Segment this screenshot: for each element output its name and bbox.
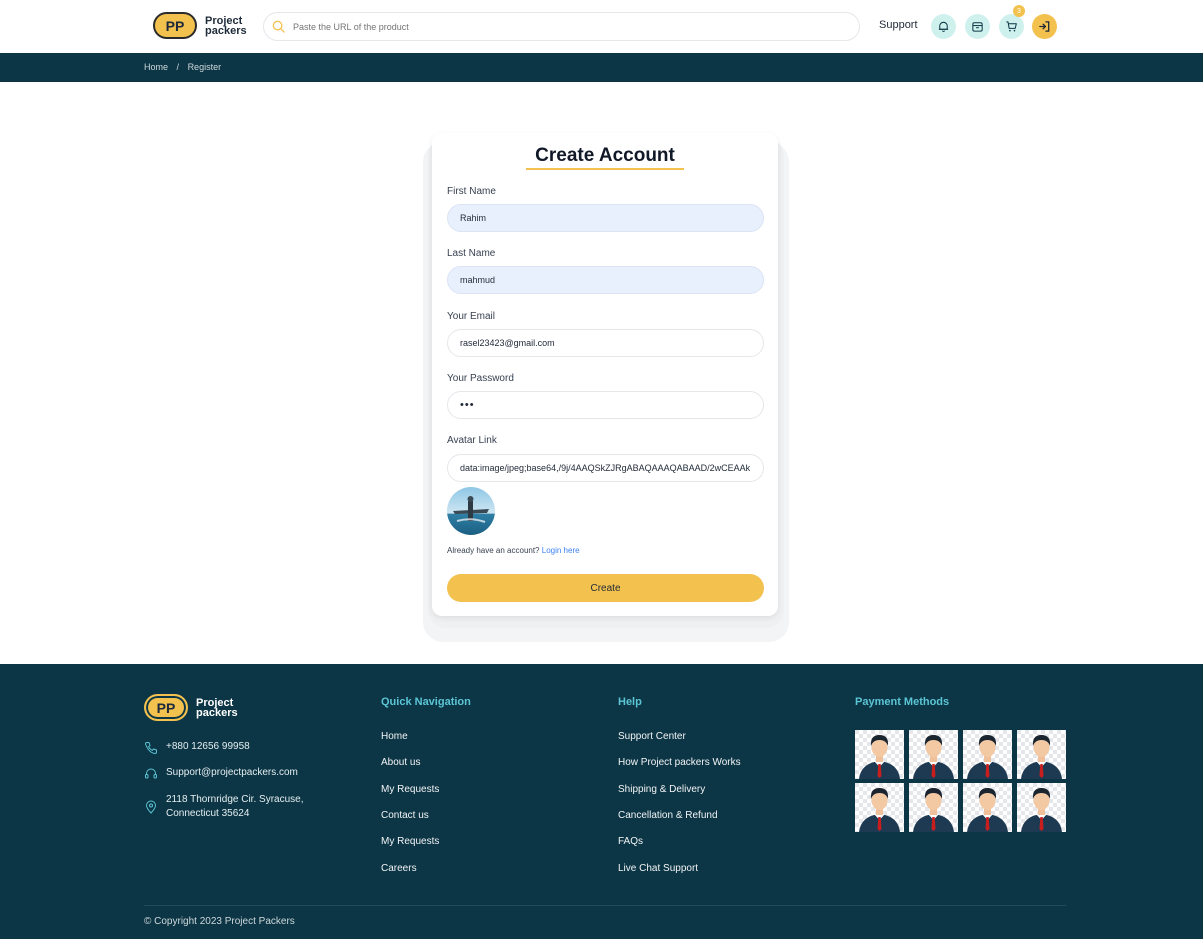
bell-icon (938, 21, 949, 32)
cart-count-badge: 3 (1013, 5, 1025, 17)
quick-navigation-title: Quick Navigation (381, 696, 471, 708)
footer-link-how-it-works[interactable]: How Project packers Works (618, 757, 741, 768)
already-text: Already have an account? (447, 546, 540, 555)
avatar-preview (447, 487, 495, 535)
cart-button[interactable] (999, 14, 1024, 39)
footer-link-careers[interactable]: Careers (381, 863, 417, 874)
footer-email-text: Support@projectpackers.com (166, 767, 298, 778)
site-footer: PP Project packers +880 12656 99958 Supp… (0, 664, 1203, 939)
payment-method-image (909, 730, 958, 779)
email-input[interactable] (447, 329, 764, 357)
site-logo[interactable]: PP Project packers (153, 12, 247, 39)
footer-divider (144, 905, 1066, 906)
search-icon (272, 20, 285, 33)
payment-method-image (909, 783, 958, 832)
title-underline (526, 168, 684, 170)
search-bar[interactable] (263, 12, 860, 41)
footer-link-cancellation[interactable]: Cancellation & Refund (618, 810, 718, 821)
login-icon (1039, 21, 1050, 32)
login-button[interactable] (1032, 14, 1057, 39)
phone-icon (144, 742, 157, 755)
footer-address: 2118 Thornridge Cir. Syracuse, Connectic… (144, 793, 303, 821)
footer-link-support-center[interactable]: Support Center (618, 731, 686, 742)
payment-method-image (855, 730, 904, 779)
payment-method-image (963, 783, 1012, 832)
breadcrumb-home[interactable]: Home (144, 62, 168, 72)
password-label: Your Password (447, 373, 514, 384)
footer-link-my-requests[interactable]: My Requests (381, 784, 439, 795)
footer-link-shipping[interactable]: Shipping & Delivery (618, 784, 705, 795)
login-here-link[interactable]: Login here (542, 546, 580, 555)
footer-address-line2: Connecticut 35624 (166, 808, 250, 819)
payment-methods-grid (855, 730, 1067, 832)
footer-link-home[interactable]: Home (381, 731, 408, 742)
footer-link-faqs[interactable]: FAQs (618, 836, 643, 847)
footer-logo-badge: PP (144, 694, 188, 721)
footer-link-contact-us[interactable]: Contact us (381, 810, 429, 821)
footer-logo[interactable]: PP Project packers (144, 694, 238, 721)
logo-text-line1: Project (205, 14, 243, 27)
logo-text-line2: packers (205, 24, 247, 37)
footer-email[interactable]: Support@projectpackers.com (144, 767, 298, 781)
logo-badge: PP (153, 12, 197, 39)
payment-methods-title: Payment Methods (855, 696, 950, 708)
footer-phone[interactable]: +880 12656 99958 (144, 741, 250, 755)
footer-phone-text: +880 12656 99958 (166, 741, 250, 752)
already-have-account: Already have an account? Login here (447, 546, 580, 555)
headset-icon (145, 768, 157, 779)
payment-method-image (1017, 783, 1066, 832)
create-button[interactable]: Create (447, 574, 764, 602)
footer-logo-line2: packers (196, 706, 238, 719)
payment-method-image (855, 783, 904, 832)
search-input[interactable] (293, 21, 813, 32)
support-link[interactable]: Support (879, 19, 918, 31)
form-title: Create Account (535, 145, 675, 166)
footer-link-my-requests-2[interactable]: My Requests (381, 836, 439, 847)
password-input[interactable] (447, 391, 764, 419)
copyright: © Copyright 2023 Project Packers (144, 916, 295, 927)
footer-link-about-us[interactable]: About us (381, 757, 420, 768)
payment-method-image (1017, 730, 1066, 779)
footer-logo-line1: Project (196, 696, 234, 709)
avatar-link-label: Avatar Link (447, 435, 497, 446)
first-name-label: First Name (447, 186, 496, 197)
box-icon (972, 22, 983, 32)
register-card: Create Account First Name Last Name Your… (432, 133, 778, 616)
footer-logo-text: Project packers (196, 696, 238, 719)
cart-icon (1006, 21, 1017, 32)
email-label: Your Email (447, 311, 495, 322)
footer-link-live-chat[interactable]: Live Chat Support (618, 863, 698, 874)
footer-address-line1: 2118 Thornridge Cir. Syracuse, (166, 794, 304, 805)
first-name-input[interactable] (447, 204, 764, 232)
orders-button[interactable] (965, 14, 990, 39)
payment-method-image (963, 730, 1012, 779)
help-title: Help (618, 696, 642, 708)
last-name-input[interactable] (447, 266, 764, 294)
avatar-link-input[interactable] (447, 454, 764, 482)
top-header: PP Project packers Support (0, 0, 1203, 53)
breadcrumb-bar: Home / Register (0, 53, 1203, 82)
breadcrumb-current: Register (187, 62, 222, 72)
notification-button[interactable] (931, 14, 956, 39)
location-pin-icon (145, 800, 157, 814)
logo-text: Project packers (205, 14, 247, 37)
breadcrumb: Home / Register (144, 62, 227, 72)
last-name-label: Last Name (447, 248, 496, 259)
breadcrumb-separator: / (176, 62, 180, 72)
